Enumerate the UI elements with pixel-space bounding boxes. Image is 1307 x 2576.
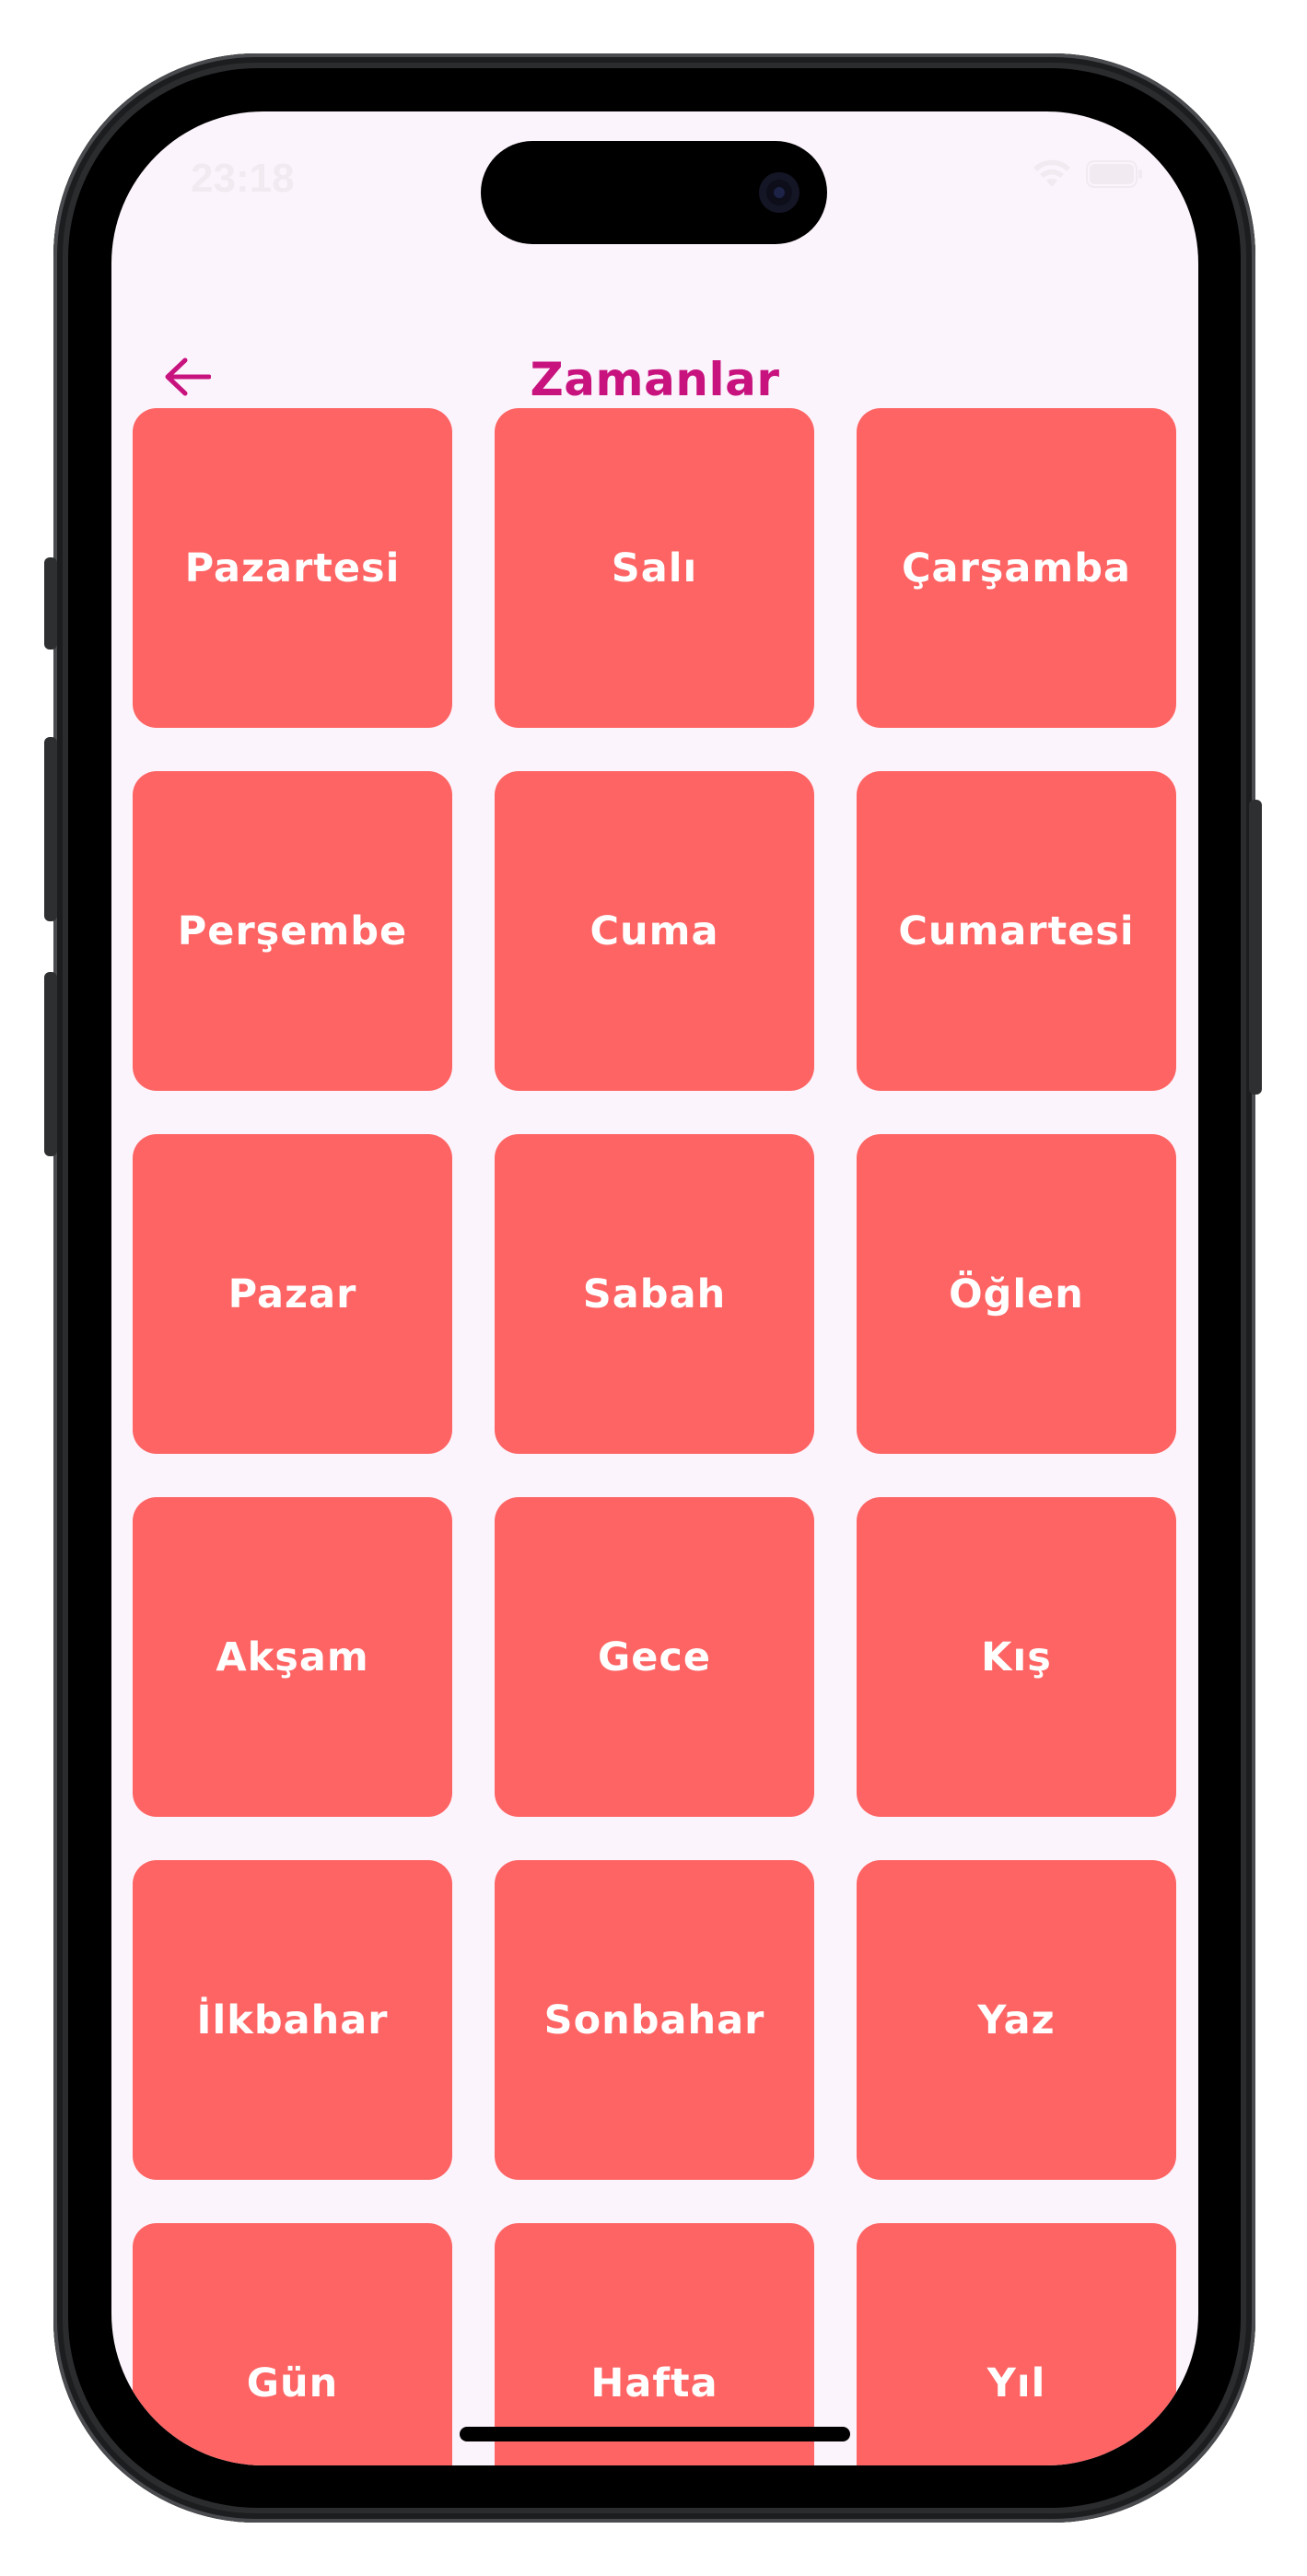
dynamic-island (481, 141, 827, 244)
tile-gun[interactable]: Gün (133, 2223, 452, 2465)
volume-down-button (44, 972, 57, 1156)
tile-oglen[interactable]: Öğlen (857, 1134, 1176, 1454)
front-camera (759, 172, 799, 213)
tile-label: Gün (246, 2359, 339, 2406)
tile-sonbahar[interactable]: Sonbahar (495, 1860, 814, 2180)
tile-label: Cuma (589, 907, 719, 954)
tile-kis[interactable]: Kış (857, 1497, 1176, 1817)
tile-label: Pazartesi (184, 544, 401, 591)
status-bar: 23:18 (111, 111, 1198, 250)
tile-sali[interactable]: Salı (495, 408, 814, 728)
tile-label: Salı (611, 544, 698, 591)
mute-switch (44, 557, 57, 650)
power-button (1249, 800, 1262, 1095)
tile-cuma[interactable]: Cuma (495, 771, 814, 1091)
tile-label: Sonbahar (543, 1996, 765, 2043)
battery-icon (1086, 160, 1143, 188)
status-icons (1033, 159, 1143, 189)
tile-aksam[interactable]: Akşam (133, 1497, 452, 1817)
tile-label: Kış (981, 1633, 1052, 1680)
tile-gece[interactable]: Gece (495, 1497, 814, 1817)
tile-label: Gece (597, 1633, 712, 1680)
tile-label: Yaz (977, 1996, 1056, 2043)
tile-label: Sabah (582, 1270, 727, 1317)
tile-label: Pazar (228, 1270, 357, 1317)
tile-label: Akşam (216, 1633, 369, 1680)
tile-label: Çarşamba (902, 544, 1131, 591)
tile-label: Cumartesi (898, 907, 1135, 954)
volume-up-button (44, 737, 57, 921)
tile-label: İlkbahar (196, 1996, 389, 2043)
tile-label: Perşembe (177, 907, 408, 954)
tile-ilkbahar[interactable]: İlkbahar (133, 1860, 452, 2180)
tile-yil[interactable]: Yıl (857, 2223, 1176, 2465)
tile-pazartesi[interactable]: Pazartesi (133, 408, 452, 728)
screen: 23:18 Zamanlar Pazartesi Salı Çarşamba P… (111, 111, 1198, 2465)
tile-yaz[interactable]: Yaz (857, 1860, 1176, 2180)
tile-cumartesi[interactable]: Cumartesi (857, 771, 1176, 1091)
wifi-icon (1033, 159, 1071, 189)
home-indicator[interactable] (460, 2427, 850, 2441)
tile-label: Hafta (590, 2359, 718, 2406)
tile-persembe[interactable]: Perşembe (133, 771, 452, 1091)
status-time: 23:18 (191, 156, 295, 201)
tile-carsamba[interactable]: Çarşamba (857, 408, 1176, 728)
time-words-grid: Pazartesi Salı Çarşamba Perşembe Cuma Cu… (133, 408, 1177, 2465)
tile-sabah[interactable]: Sabah (495, 1134, 814, 1454)
tile-label: Öğlen (949, 1270, 1084, 1317)
page-title: Zamanlar (530, 353, 780, 406)
tile-pazar[interactable]: Pazar (133, 1134, 452, 1454)
tile-label: Yıl (986, 2359, 1046, 2406)
